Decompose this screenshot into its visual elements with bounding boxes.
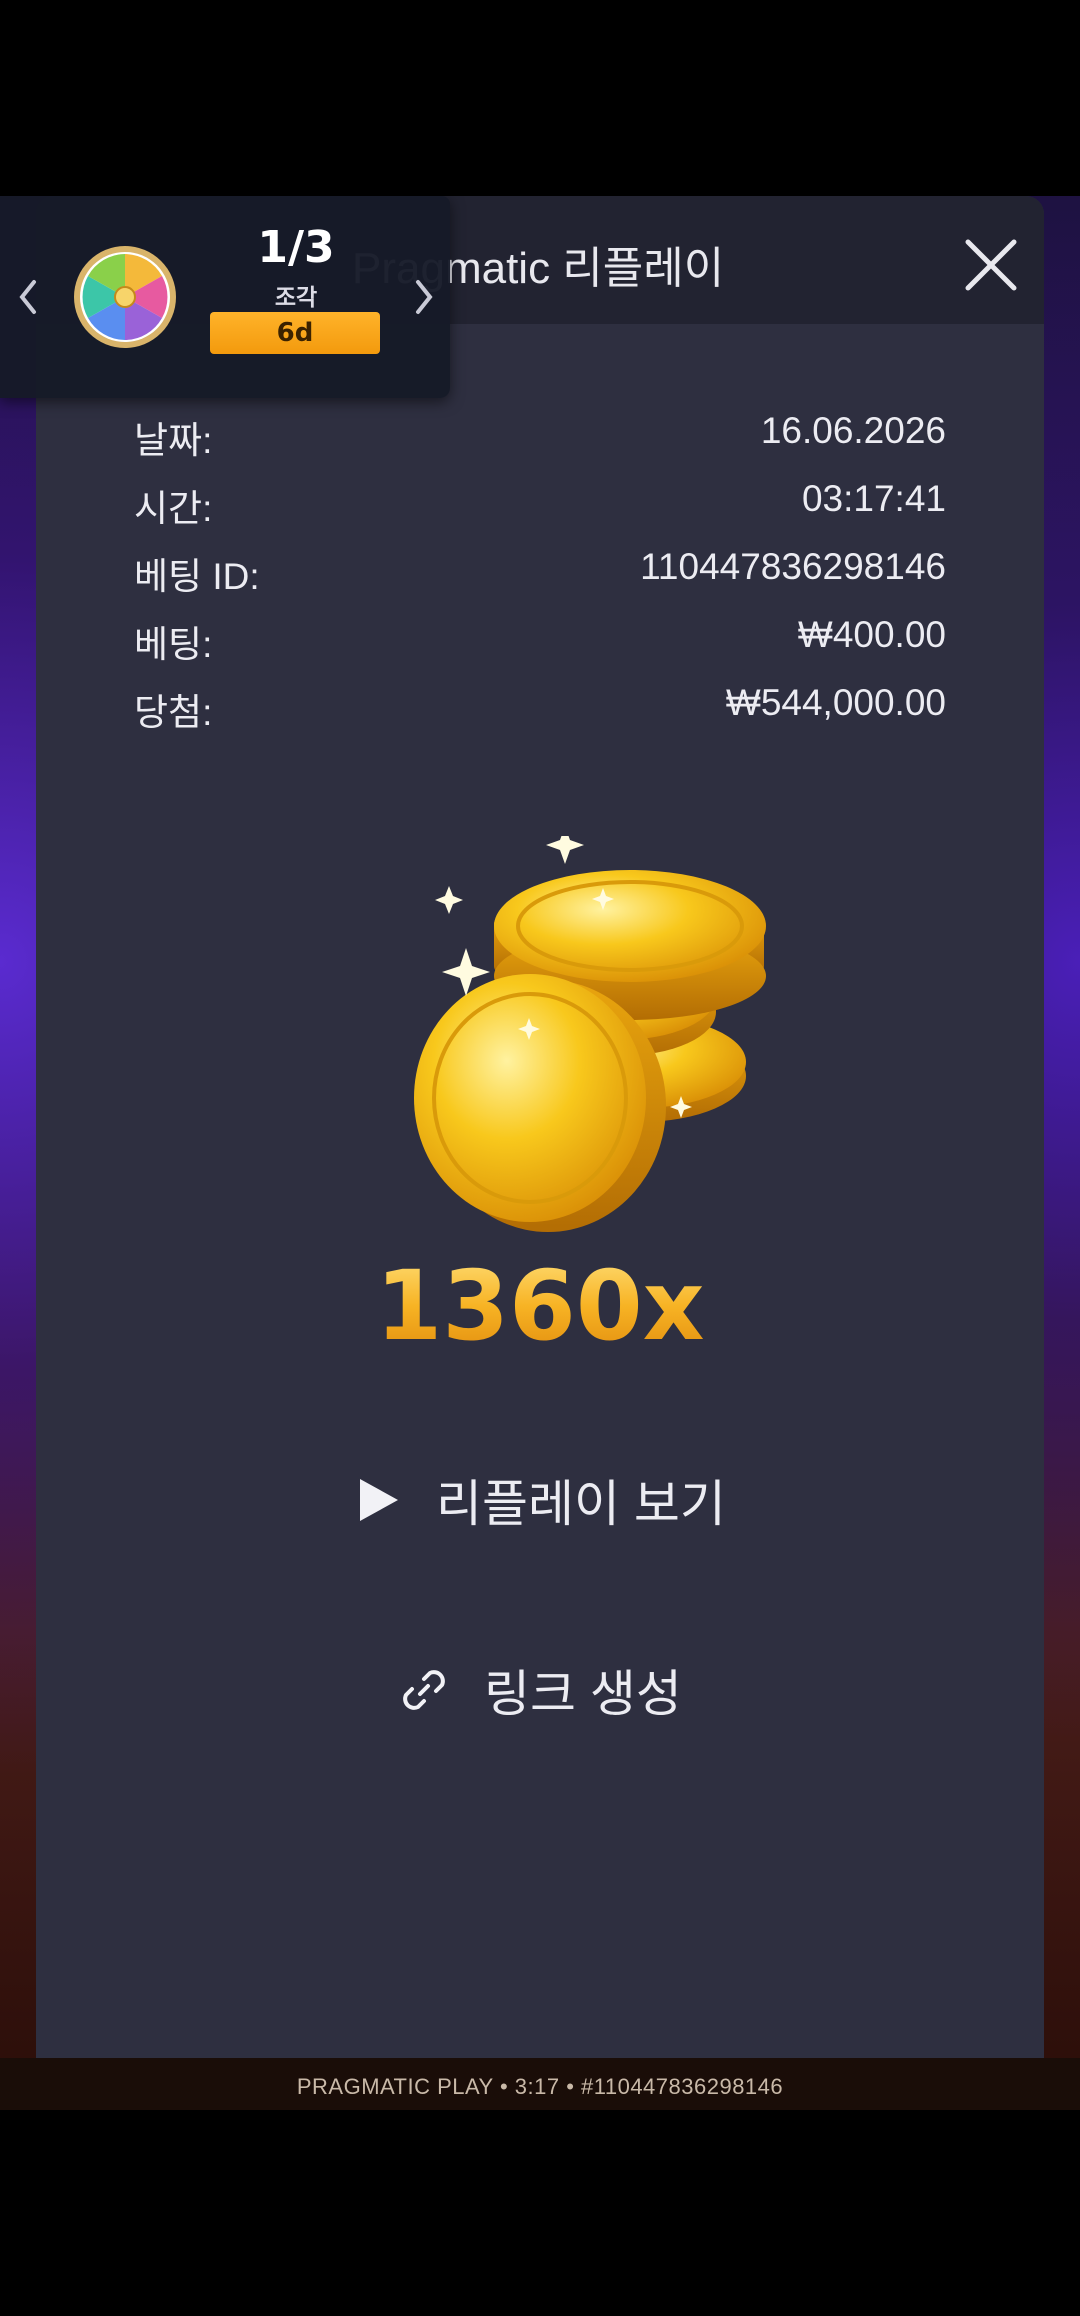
create-link-label: 링크 생성 (484, 1666, 682, 1722)
collection-widget[interactable]: 1/3 조각 6d (0, 196, 450, 398)
info-row-bet: 베팅: ₩400.00 (134, 614, 946, 674)
win-value: ₩544,000.00 (725, 682, 946, 723)
footer-text: PRAGMATIC PLAY • 3:17 • #110447836298146 (296, 2074, 784, 2099)
watch-replay-label: 리플레이 보기 (436, 1476, 726, 1532)
date-value: 16.06.2026 (760, 410, 946, 451)
chevron-left-icon (19, 280, 36, 314)
pieces-unit: 조각 (274, 285, 318, 311)
prize-wheel-icon (74, 246, 176, 348)
replay-modal: Pragmatic 리플레이 날짜: 16.06.2026 시간: 03:17:… (36, 196, 1044, 2058)
bet-id-value: 110447836298146 (640, 546, 946, 587)
play-icon (356, 1475, 402, 1525)
time-label: 시간: (134, 488, 213, 529)
widget-prev-button[interactable] (12, 272, 42, 322)
info-row-date: 날짜: 16.06.2026 (134, 410, 946, 470)
info-row-bet-id: 베팅 ID: 110447836298146 (134, 546, 946, 606)
bet-value: ₩400.00 (797, 614, 946, 655)
close-icon (965, 239, 1017, 291)
pieces-count: 1/3 (257, 222, 335, 273)
win-multiplier: 1360x (36, 1250, 1044, 1362)
link-icon (398, 1664, 450, 1716)
bet-id-label: 베팅 ID: (134, 556, 260, 597)
time-value: 03:17:41 (801, 478, 946, 519)
date-label: 날짜: (134, 420, 213, 461)
timer-badge: 6d (210, 312, 380, 354)
widget-next-button[interactable] (410, 272, 440, 322)
info-row-win: 당첨: ₩544,000.00 (134, 682, 946, 742)
watch-replay-button[interactable]: 리플레이 보기 (356, 1460, 726, 1540)
create-link-button[interactable]: 링크 생성 (398, 1650, 682, 1730)
info-row-time: 시간: 03:17:41 (134, 478, 946, 538)
win-label: 당첨: (134, 692, 213, 733)
chevron-right-icon (416, 280, 433, 314)
bet-label: 베팅: (134, 624, 213, 665)
close-button[interactable] (958, 232, 1024, 298)
